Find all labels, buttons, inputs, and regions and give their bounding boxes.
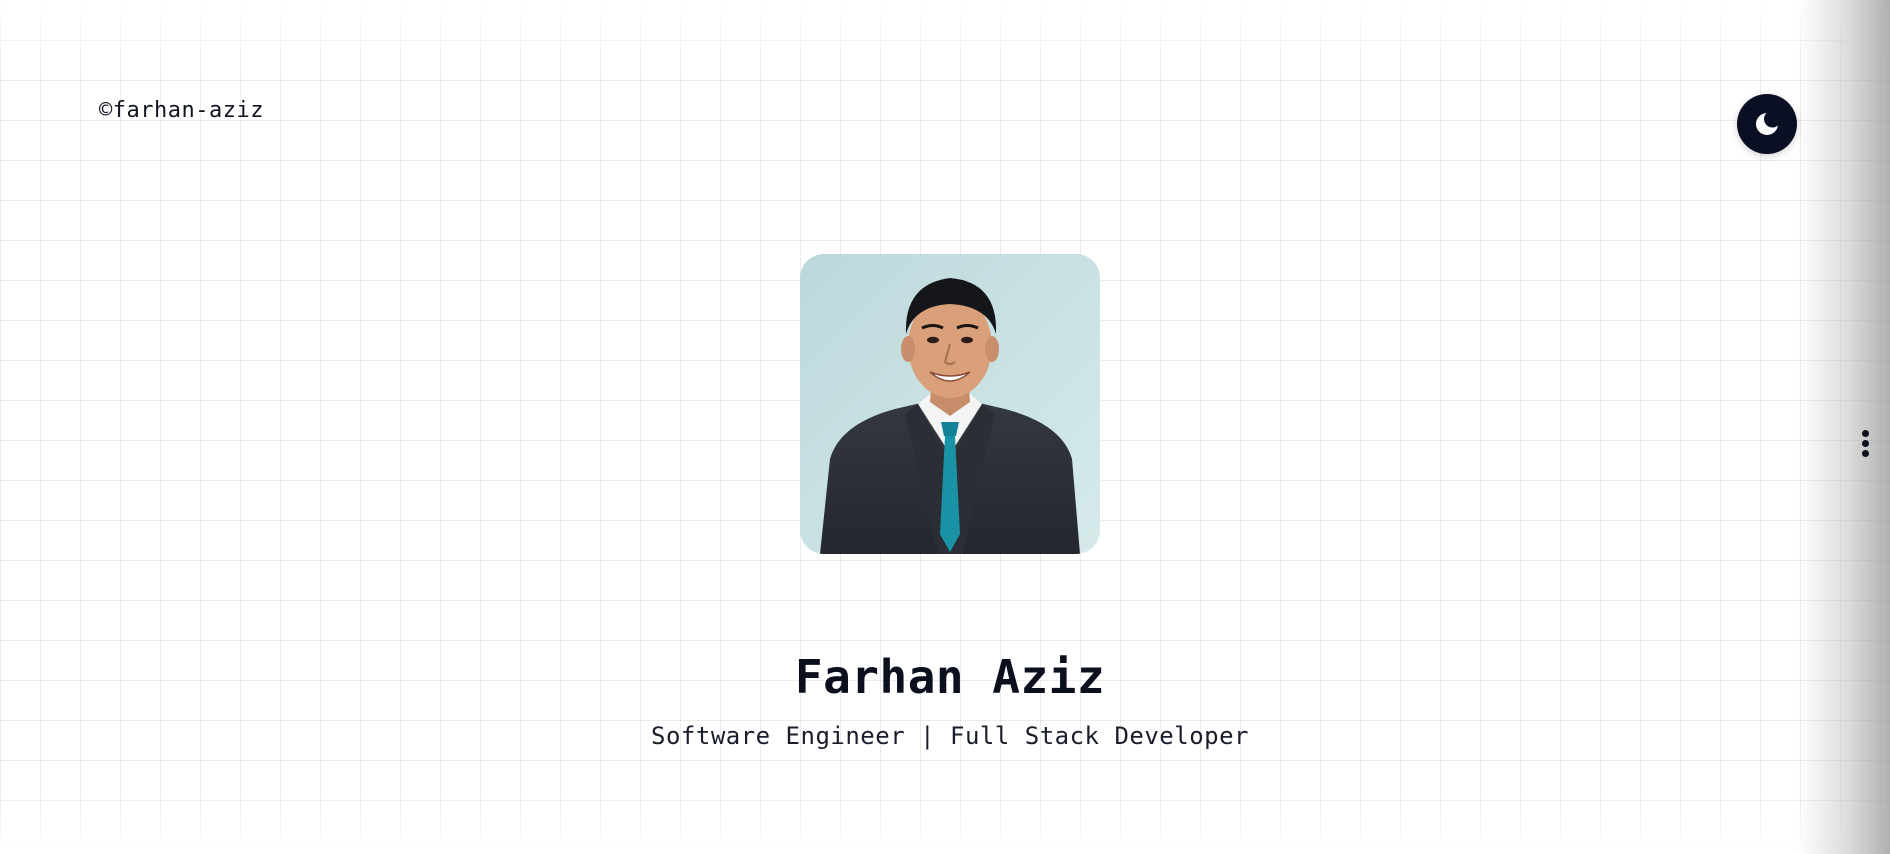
vertical-dots-icon [1861, 429, 1869, 437]
profile-name: Farhan Aziz [794, 650, 1106, 704]
grid-fade-top [0, 0, 1890, 70]
profile-title: Software Engineer | Full Stack Developer [651, 722, 1249, 750]
copyright-text: ©farhan-aziz [99, 98, 264, 123]
profile-photo [800, 254, 1100, 554]
page: ©farhan-aziz Farhan Aziz Software Engine… [0, 0, 1890, 854]
side-menu-button[interactable] [1855, 427, 1875, 459]
moon-icon [1756, 111, 1780, 135]
person-portrait-image [800, 254, 1100, 554]
theme-toggle-button[interactable] [1737, 94, 1797, 154]
grid-fade-bottom [0, 794, 1890, 854]
